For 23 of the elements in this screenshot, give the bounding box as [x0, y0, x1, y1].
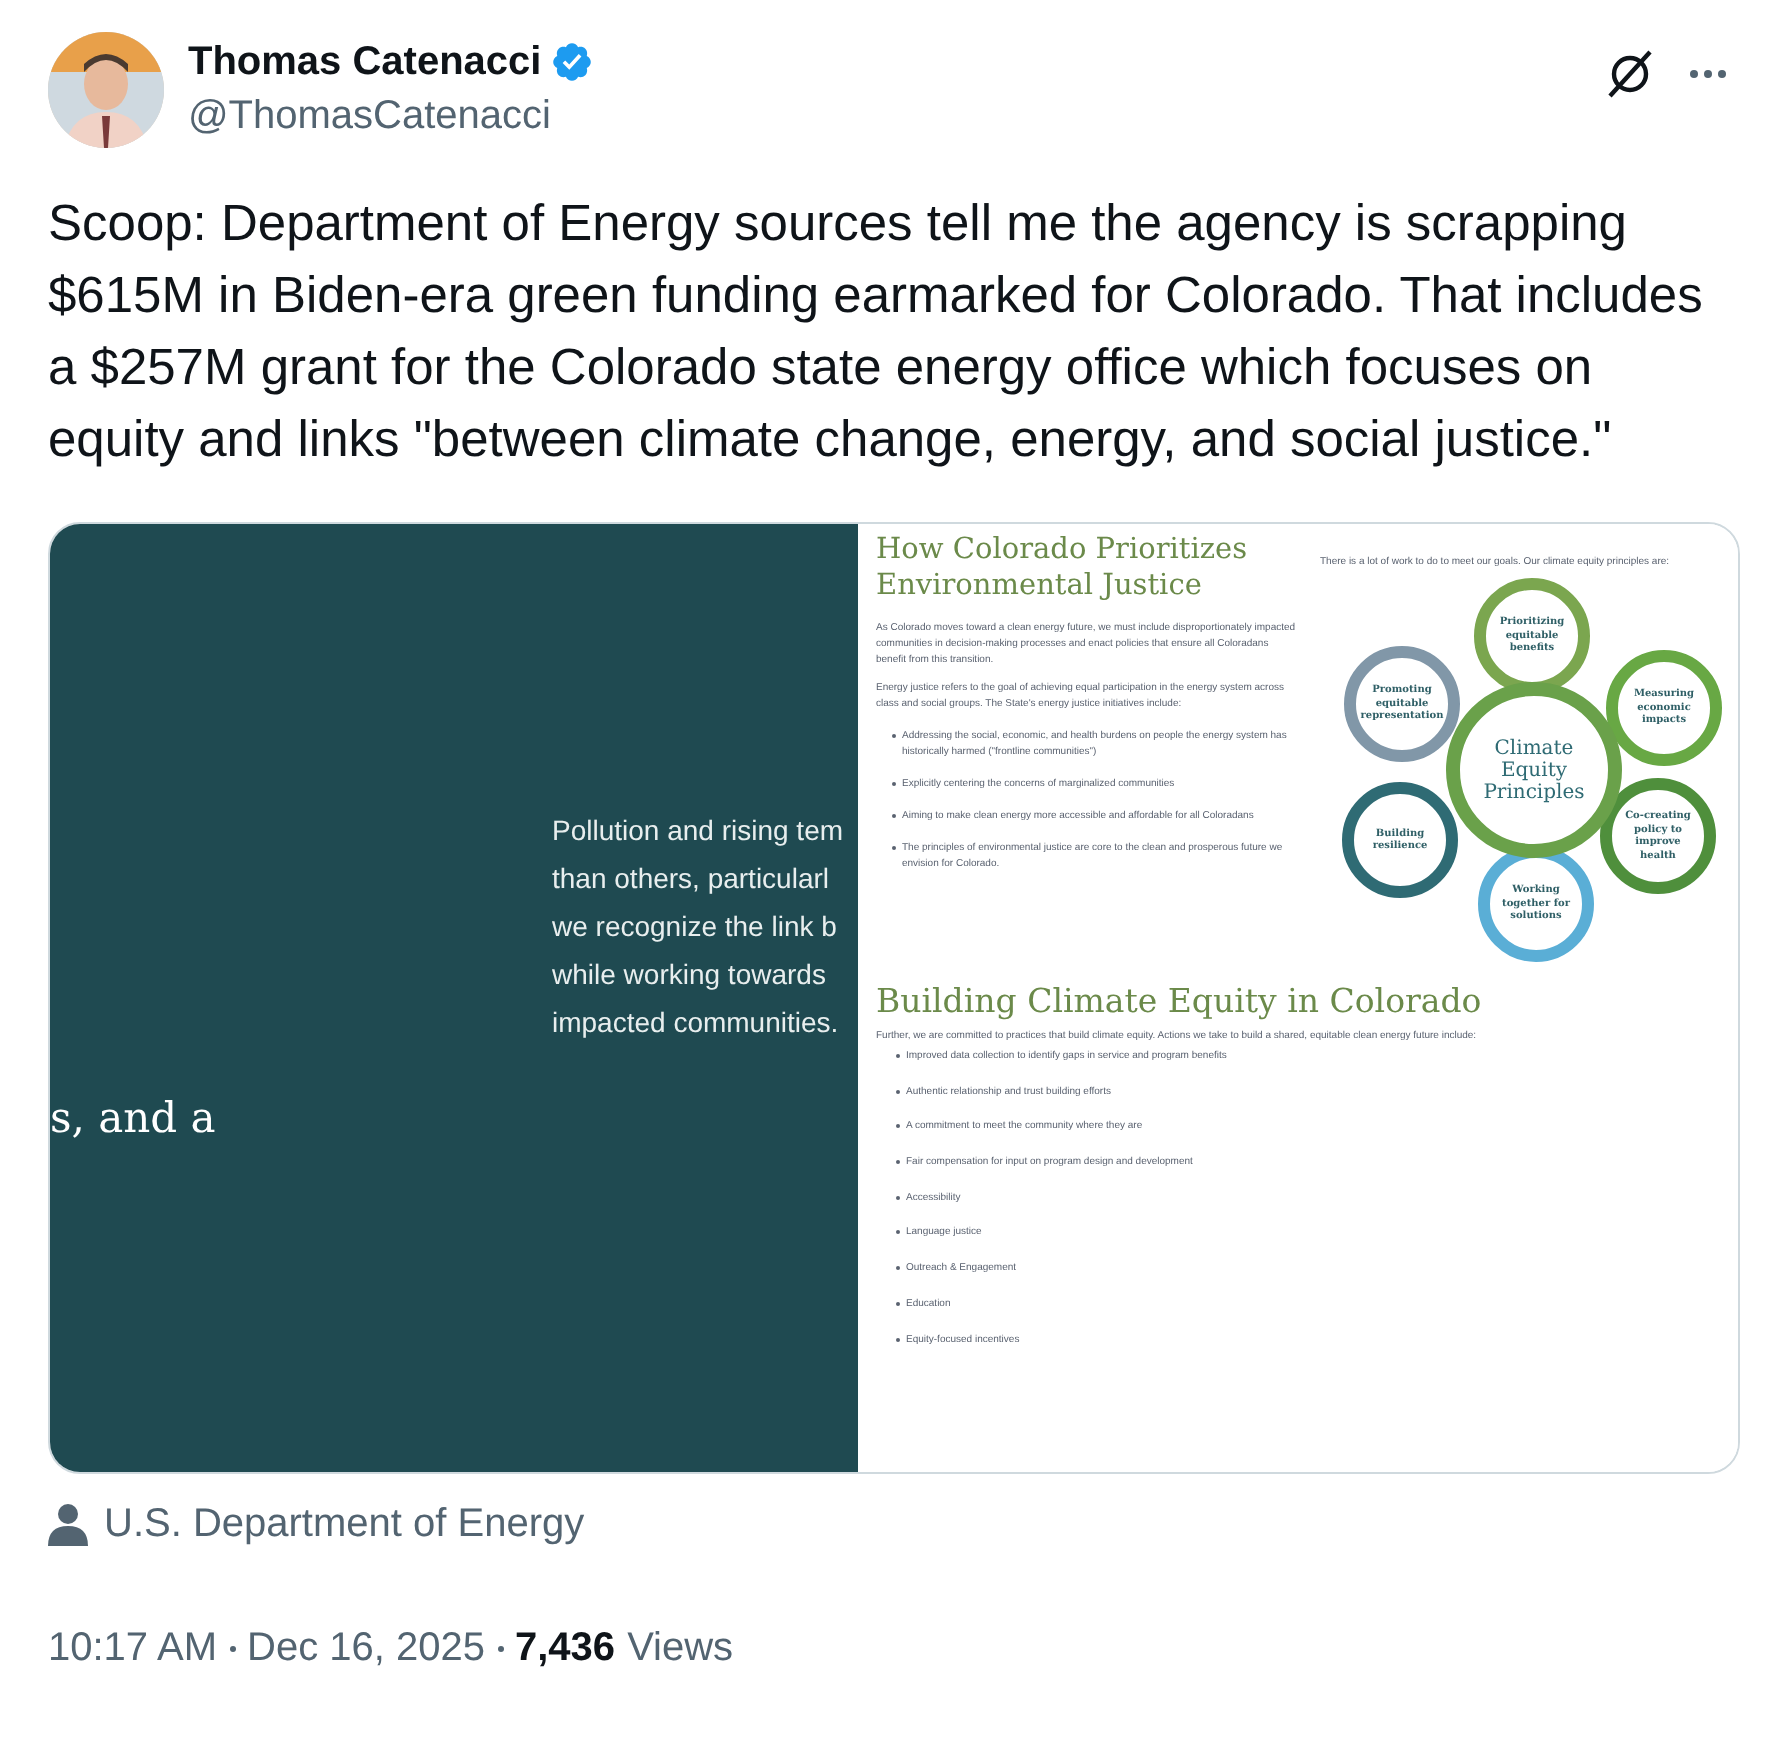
author-handle[interactable]: @ThomasCatenacci: [188, 92, 1604, 140]
slashed-circle-icon[interactable]: [1604, 48, 1656, 100]
slide-text-line: impacted communities.: [552, 1004, 841, 1042]
views-label: Views: [627, 1624, 734, 1674]
separator-icon: [497, 1645, 503, 1651]
tweet-time[interactable]: 10:17 AM: [48, 1618, 218, 1678]
slide-text-line: while working towards: [552, 956, 828, 994]
author-name[interactable]: Thomas Catenacci: [188, 32, 542, 92]
media-card[interactable]: [48, 522, 1740, 1474]
slide-text-line: we recognize the link b: [552, 908, 839, 946]
slide-text-line: Pollution and rising tem: [552, 812, 844, 850]
section-title: Building Climate Equity in Colorado: [876, 982, 1484, 1022]
views-count: 7,436: [515, 1624, 616, 1674]
source-label[interactable]: U.S. Department of Energy: [104, 1494, 585, 1554]
slide-heading-fragment: s, and a: [50, 1092, 216, 1146]
slide-text-line: than others, particularl: [552, 860, 832, 898]
tweet-date[interactable]: Dec 16, 2025: [247, 1618, 485, 1678]
document-title: How Colorado Prioritizes Environmental Justice: [876, 532, 1250, 604]
tweet-text: Scoop: Department of Energy sources tell me the agency is scrapping $615M in Biden-era green funding earmarked for Colorado. That includes a $257M grant for the Colorado state energy office which focuses on equity and links "between climate change, energy, and social justice.": [48, 194, 1705, 472]
center-label: Climate Equity Principles: [1481, 737, 1587, 803]
person-icon: [48, 1502, 88, 1546]
more-icon[interactable]: [1688, 68, 1728, 80]
separator-icon: [229, 1645, 236, 1651]
